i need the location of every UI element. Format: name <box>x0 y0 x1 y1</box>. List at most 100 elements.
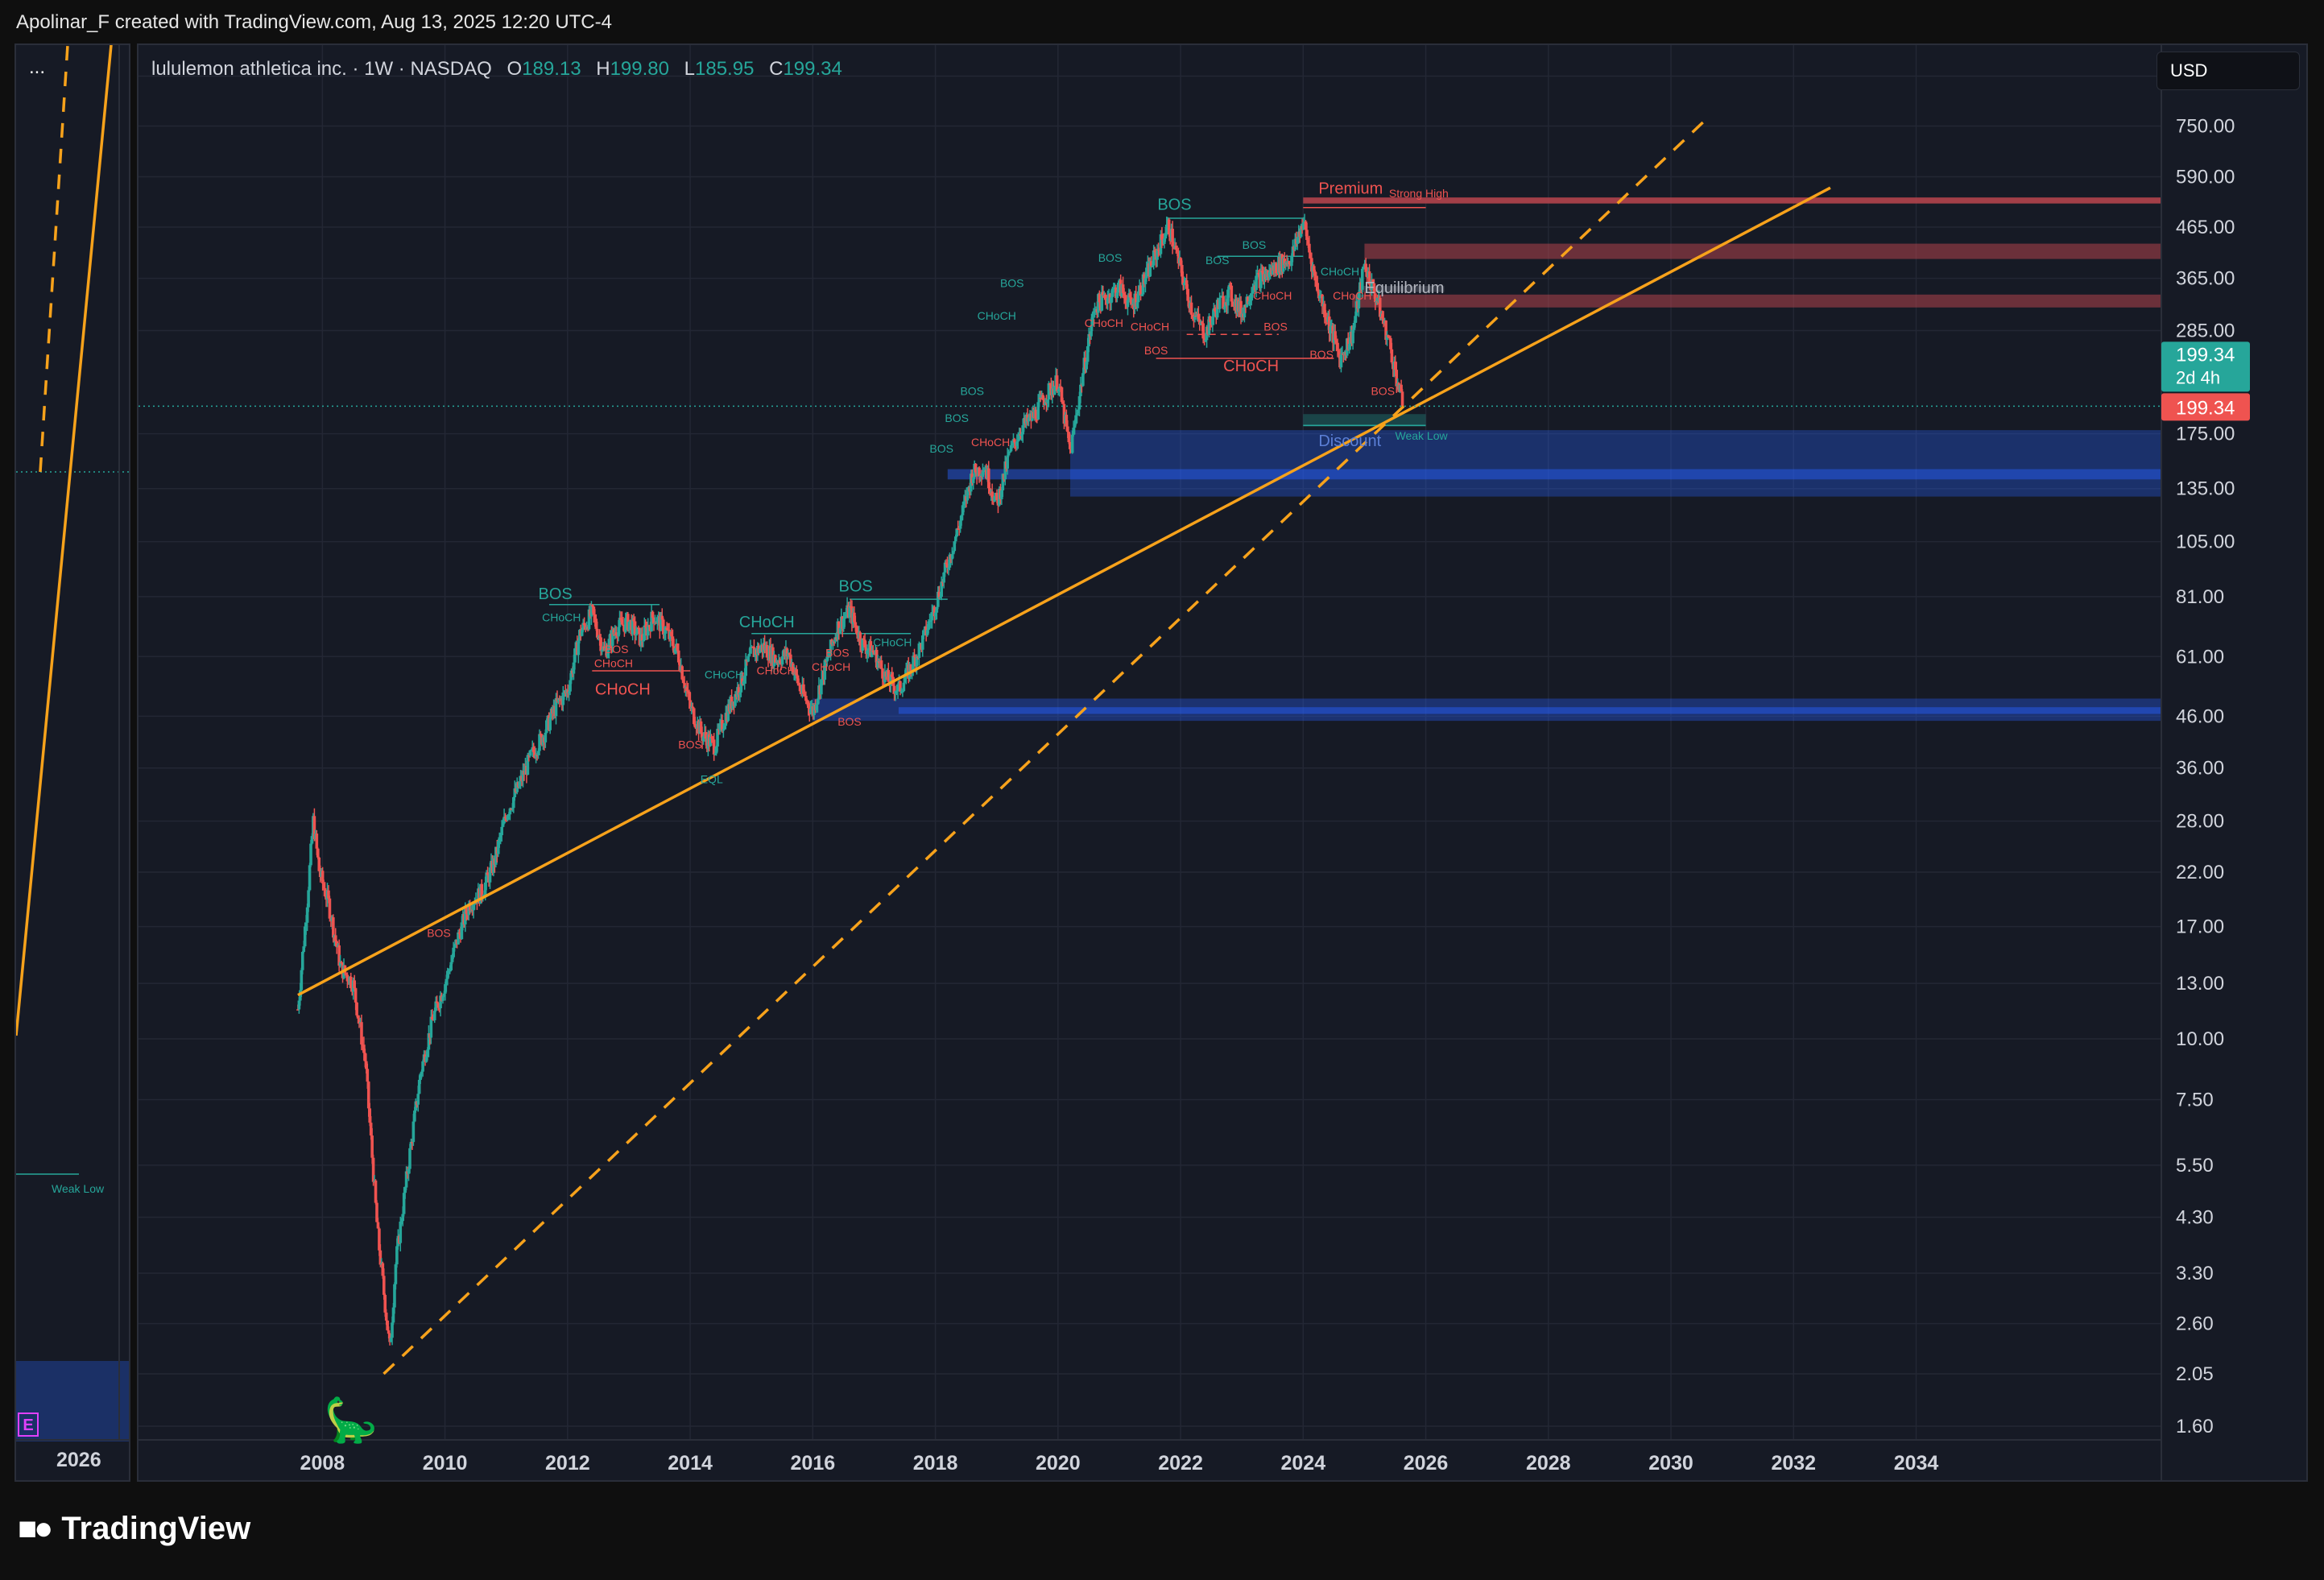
left-mini-chart-canvas <box>16 45 129 1441</box>
candle-body <box>544 732 548 742</box>
structure-annotation: CHoCH <box>1253 289 1292 302</box>
y-tick-label: 590.00 <box>2176 167 2235 188</box>
left-trendline-dashed <box>39 45 69 473</box>
structure-annotation: BOS <box>538 585 572 603</box>
y-tick-label: 135.00 <box>2176 478 2235 500</box>
y-tick-label: 81.00 <box>2176 586 2224 608</box>
structure-annotation: BOS <box>1243 238 1267 251</box>
candle-body <box>1006 455 1009 469</box>
candle-body <box>1360 268 1364 290</box>
y-tick-label: 365.00 <box>2176 268 2235 290</box>
symbol-legend: lululemon athletica inc. · 1W · NASDAQ O… <box>151 58 842 81</box>
structure-annotation: BOS <box>1263 321 1288 333</box>
structure-annotation: BOS <box>929 442 953 455</box>
candle-body <box>366 1069 370 1082</box>
y-tick-label: 750.00 <box>2176 116 2235 138</box>
open-value: 189.13 <box>522 58 581 80</box>
structure-annotation: CHoCH <box>1131 321 1169 333</box>
x-tick-label: 2024 <box>1280 1452 1325 1475</box>
left-mini-chart[interactable]: ... Weak Low E 2026 <box>14 43 130 1482</box>
candle-body <box>854 622 858 626</box>
currency-selector[interactable]: USD <box>2157 52 2300 90</box>
candle-body <box>879 660 883 669</box>
x-tick-label: 2016 <box>791 1452 836 1475</box>
x-tick-label: 2022 <box>1158 1452 1203 1475</box>
chart-attribution: Apolinar_F created with TradingView.com,… <box>16 11 612 33</box>
supply-zone-lower <box>1352 294 2161 308</box>
y-tick-label: 17.00 <box>2176 916 2224 938</box>
candle-body <box>500 826 503 836</box>
y-tick-label: 28.00 <box>2176 811 2224 833</box>
structure-annotation: CHoCH <box>739 614 795 631</box>
candle-body <box>1390 349 1394 363</box>
candle-body <box>1339 354 1343 368</box>
y-tick-label: 105.00 <box>2176 531 2235 553</box>
x-tick-label: 2034 <box>1894 1452 1939 1475</box>
candle-body <box>432 1011 436 1020</box>
x-tick-label: 2032 <box>1771 1452 1816 1475</box>
structure-annotation: BOS <box>427 926 451 939</box>
high-value: 199.80 <box>610 58 669 80</box>
close-value: 199.34 <box>783 58 842 80</box>
y-tick-label: 10.00 <box>2176 1028 2224 1050</box>
y-tick-label: 46.00 <box>2176 705 2224 727</box>
x-tick-label: 2026 <box>1404 1452 1449 1475</box>
structure-annotation: BOS <box>1157 196 1191 213</box>
y-tick-label: 4.30 <box>2176 1207 2214 1229</box>
tradingview-brand-text: TradingView <box>61 1511 251 1546</box>
more-options-button[interactable]: ... <box>29 56 45 79</box>
x-tick-label: 2010 <box>423 1452 468 1475</box>
close-label: C <box>769 58 784 80</box>
left-x-axis-year: 2026 <box>56 1449 101 1471</box>
candle-body <box>902 682 906 692</box>
candle-body <box>1336 342 1339 351</box>
x-tick-label: 2014 <box>668 1452 713 1475</box>
candle-body <box>353 980 356 989</box>
last-price-tag-value: 199.34 <box>2176 344 2235 366</box>
main-chart-panel[interactable]: BOS BOS CHoCH CHoCH CHoCH BOS BOS EQL CHoCH CHoCH… <box>137 43 2308 1482</box>
candle-body <box>309 843 312 866</box>
candle-body <box>1186 288 1189 301</box>
low-value: 185.95 <box>695 58 755 80</box>
structure-annotation: CHoCH <box>595 680 651 698</box>
candle-body <box>382 1276 386 1295</box>
structure-annotation: BOS <box>1000 277 1024 290</box>
structure-annotation: CHoCH <box>873 636 912 649</box>
left-trendline-solid <box>16 45 113 1036</box>
candle-body <box>1218 297 1222 309</box>
y-tick-label: 13.00 <box>2176 973 2224 995</box>
candle-body <box>1070 434 1074 453</box>
structure-annotation: BOS <box>825 646 850 659</box>
price-chart[interactable]: BOSBOSCHoCHCHoCHCHoCHBOSBOSEQLCHoCHCHoCH… <box>139 45 2308 1482</box>
discount-zone <box>1070 430 2161 497</box>
structure-annotation: BOS <box>605 643 629 656</box>
candle-body <box>747 653 751 656</box>
x-tick-label: 2030 <box>1648 1452 1693 1475</box>
candle-body <box>374 1180 378 1203</box>
y-tick-label: 465.00 <box>2176 217 2235 238</box>
structure-annotation: CHoCH <box>1321 265 1359 278</box>
structure-annotation: CHoCH <box>594 656 633 669</box>
open-label: O <box>507 58 523 80</box>
candle-body <box>1400 391 1404 407</box>
candle-body <box>384 1312 388 1321</box>
structure-annotation: BOS <box>1371 385 1395 398</box>
candle-body <box>307 890 310 908</box>
structure-annotation: CHoCH <box>978 309 1016 322</box>
candle-body <box>416 1094 420 1105</box>
countdown-label: 2d 4h <box>2176 367 2220 387</box>
structure-annotation: CHoCH <box>1085 316 1123 329</box>
order-block-zone-lower-band <box>898 707 2161 714</box>
dino-watermark-icon: 🦕 <box>324 1396 378 1445</box>
y-tick-label: 7.50 <box>2176 1089 2214 1111</box>
y-tick-label: 36.00 <box>2176 758 2224 780</box>
y-tick-label: 2.60 <box>2176 1313 2214 1335</box>
structure-annotation: CHoCH <box>542 611 581 624</box>
candle-body <box>548 718 552 730</box>
earnings-badge[interactable]: E <box>18 1412 39 1437</box>
y-tick-label: 61.00 <box>2176 646 2224 668</box>
weak-low-label: Weak Low <box>1395 429 1448 442</box>
candle-body <box>981 471 985 478</box>
supply-zone <box>1364 243 2161 259</box>
premium-label: Premium <box>1318 180 1383 197</box>
